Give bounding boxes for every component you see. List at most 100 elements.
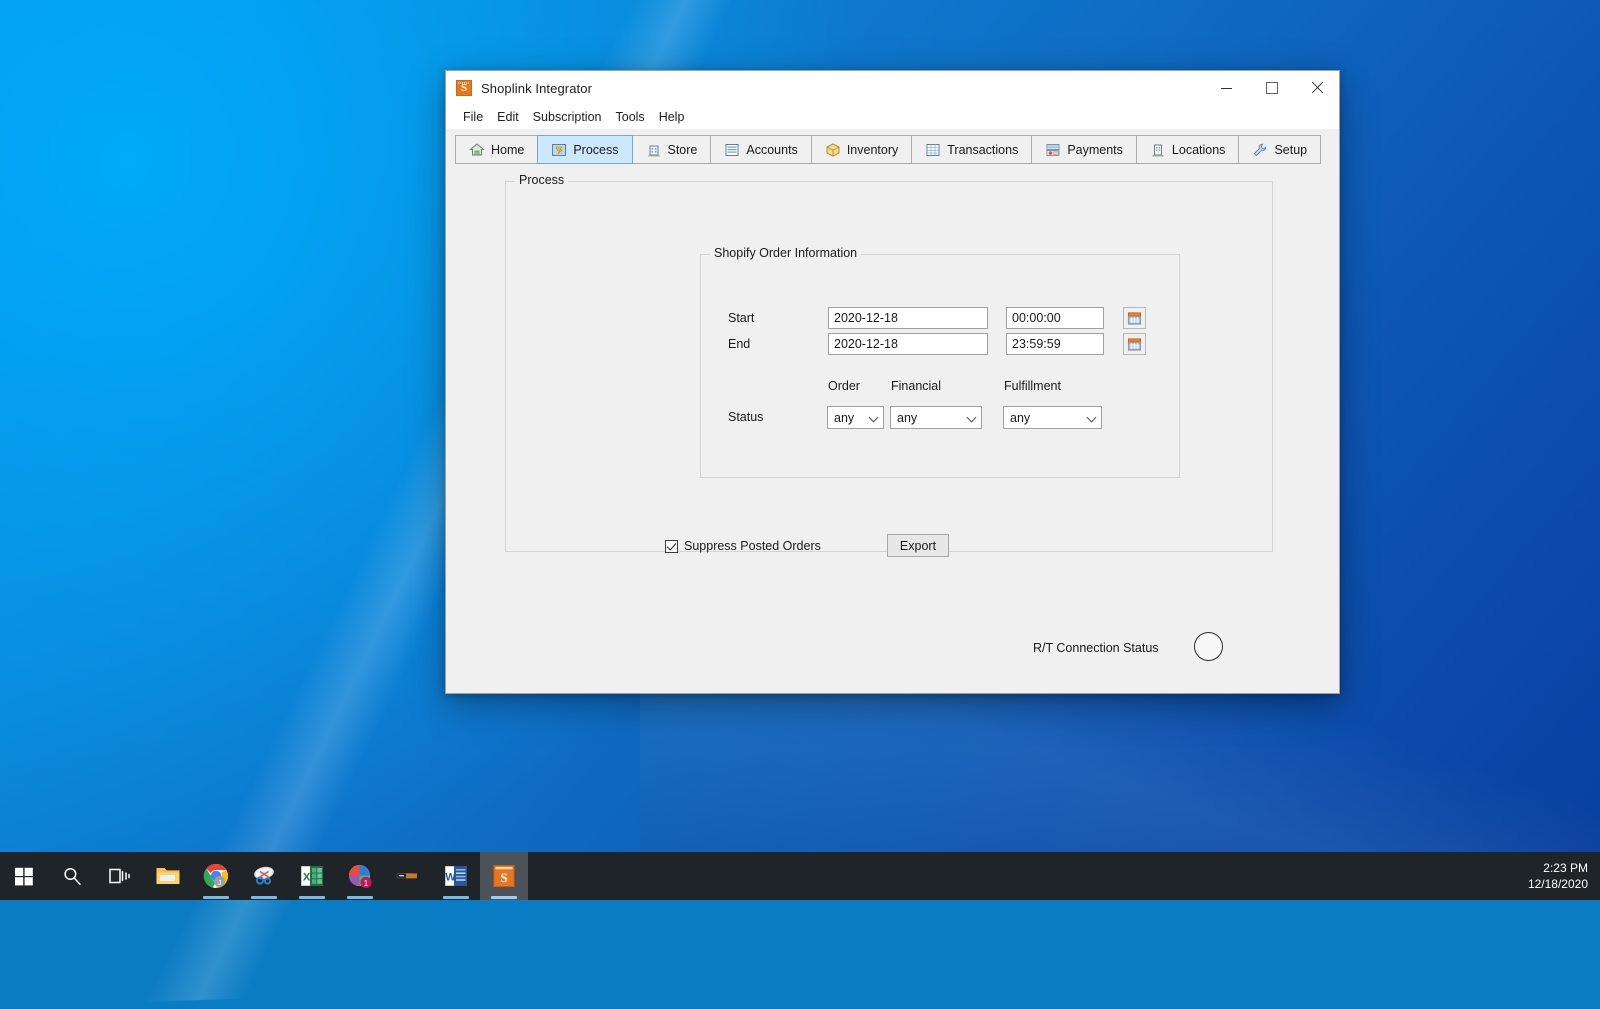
- windows-start-icon: [14, 866, 34, 886]
- process-groupbox: Process Shopify Order Information Start: [505, 181, 1273, 552]
- search-icon: [62, 866, 82, 886]
- title-bar[interactable]: Shoplink Integrator: [446, 71, 1339, 105]
- wrench-icon: [1252, 142, 1268, 158]
- end-date-input[interactable]: [828, 333, 988, 355]
- svg-text:J: J: [218, 880, 222, 887]
- search-button[interactable]: [48, 852, 96, 900]
- end-label: End: [728, 337, 750, 351]
- tab-accounts-label: Accounts: [746, 143, 797, 157]
- taskbar-microsoft-word[interactable]: W: [432, 852, 480, 900]
- maximize-button[interactable]: [1249, 71, 1294, 105]
- export-button[interactable]: Export: [887, 534, 949, 557]
- fulfillment-status-dropdown[interactable]: any: [1003, 406, 1102, 429]
- tab-process[interactable]: Process: [537, 135, 632, 164]
- google-chrome-icon: J: [203, 863, 229, 889]
- house-icon: [469, 142, 485, 158]
- taskbar-microsoft-excel[interactable]: X: [288, 852, 336, 900]
- tab-locations-label: Locations: [1172, 143, 1226, 157]
- tab-store-label: Store: [668, 143, 698, 157]
- taskbar-google-chrome[interactable]: J: [192, 852, 240, 900]
- fulfillment-status-value: any: [1010, 411, 1030, 425]
- svg-text:1: 1: [364, 879, 369, 888]
- taskbar-clock[interactable]: 2:23 PM 12/18/2020: [1528, 860, 1588, 892]
- remote-desktop-icon: [395, 868, 421, 884]
- start-button[interactable]: [0, 852, 48, 900]
- tab-transactions-label: Transactions: [947, 143, 1018, 157]
- menu-subscription[interactable]: Subscription: [526, 108, 609, 126]
- start-date-input[interactable]: [828, 307, 988, 329]
- tab-home[interactable]: Home: [455, 135, 538, 164]
- file-explorer-icon: [155, 864, 181, 888]
- end-time-input[interactable]: [1006, 333, 1104, 355]
- process-groupbox-legend: Process: [515, 173, 568, 187]
- taskbar-file-explorer[interactable]: [144, 852, 192, 900]
- tab-setup[interactable]: Setup: [1238, 135, 1321, 164]
- menu-help[interactable]: Help: [652, 108, 692, 126]
- end-calendar-button[interactable]: [1123, 333, 1146, 355]
- rt-connection-status-label: R/T Connection Status: [1033, 641, 1159, 655]
- taskbar-teams[interactable]: 1: [336, 852, 384, 900]
- menu-edit[interactable]: Edit: [490, 108, 526, 126]
- tab-inventory[interactable]: Inventory: [811, 135, 912, 164]
- process-content-area: Process Shopify Order Information Start: [446, 164, 1339, 693]
- chevron-down-icon: [1087, 413, 1096, 422]
- windows-taskbar: J X 1: [0, 852, 1600, 900]
- order-status-value: any: [834, 411, 854, 425]
- taskbar-date: 12/18/2020: [1528, 876, 1588, 892]
- window-controls: [1204, 71, 1339, 105]
- shoplink-integrator-icon: S: [492, 864, 516, 888]
- svg-text:W: W: [445, 872, 456, 884]
- menu-file[interactable]: File: [456, 108, 490, 126]
- start-time-input[interactable]: [1006, 307, 1104, 329]
- taskbar-shoplink-integrator[interactable]: S: [480, 852, 528, 900]
- menu-tools[interactable]: Tools: [609, 108, 652, 126]
- task-view-button[interactable]: [96, 852, 144, 900]
- tab-store[interactable]: Store: [632, 135, 712, 164]
- task-view-icon: [109, 867, 131, 885]
- order-status-header: Order: [828, 379, 860, 393]
- tab-payments[interactable]: Payments: [1031, 135, 1137, 164]
- svg-text:X: X: [303, 872, 311, 884]
- fulfillment-status-header: Fulfillment: [1004, 379, 1061, 393]
- close-button[interactable]: [1294, 71, 1339, 105]
- taskbar-remote-desktop[interactable]: [384, 852, 432, 900]
- financial-status-header: Financial: [891, 379, 941, 393]
- main-tab-strip: Home Process Store: [446, 129, 1339, 164]
- suppress-posted-orders-checkbox[interactable]: Suppress Posted Orders: [665, 539, 821, 553]
- window-title: Shoplink Integrator: [481, 81, 592, 96]
- order-status-dropdown[interactable]: any: [827, 406, 884, 429]
- chevron-down-icon: [869, 413, 878, 422]
- teams-icon: 1: [347, 863, 373, 889]
- start-calendar-button[interactable]: [1123, 307, 1146, 329]
- taskbar-snipping-tool[interactable]: [240, 852, 288, 900]
- tab-locations[interactable]: Locations: [1136, 135, 1240, 164]
- tab-accounts[interactable]: Accounts: [710, 135, 811, 164]
- office-building-icon: [1150, 142, 1166, 158]
- list-table-icon: [724, 142, 740, 158]
- menu-bar: File Edit Subscription Tools Help: [446, 105, 1339, 129]
- calendar-icon: [1127, 311, 1142, 326]
- snipping-tool-icon: [251, 863, 277, 889]
- microsoft-excel-icon: X: [300, 864, 324, 888]
- process-gear-icon: [551, 142, 567, 158]
- microsoft-word-icon: W: [444, 864, 468, 888]
- box-package-icon: [825, 142, 841, 158]
- tab-inventory-label: Inventory: [847, 143, 898, 157]
- tab-payments-label: Payments: [1067, 143, 1123, 157]
- start-label: Start: [728, 311, 754, 325]
- suppress-posted-orders-label: Suppress Posted Orders: [684, 539, 821, 553]
- tab-setup-label: Setup: [1274, 143, 1307, 157]
- shopify-order-information-groupbox: Shopify Order Information Start End: [700, 254, 1180, 478]
- taskbar-time: 2:23 PM: [1528, 860, 1588, 876]
- chevron-down-icon: [967, 413, 976, 422]
- tab-home-label: Home: [491, 143, 524, 157]
- store-building-icon: [646, 142, 662, 158]
- minimize-button[interactable]: [1204, 71, 1249, 105]
- shoplink-app-icon: [456, 80, 472, 96]
- application-window: Shoplink Integrator File Edit Subscripti…: [445, 70, 1340, 694]
- tab-transactions[interactable]: Transactions: [911, 135, 1032, 164]
- svg-text:S: S: [500, 870, 507, 885]
- calendar-icon: [1127, 337, 1142, 352]
- cash-register-icon: [1045, 142, 1061, 158]
- financial-status-dropdown[interactable]: any: [890, 406, 982, 429]
